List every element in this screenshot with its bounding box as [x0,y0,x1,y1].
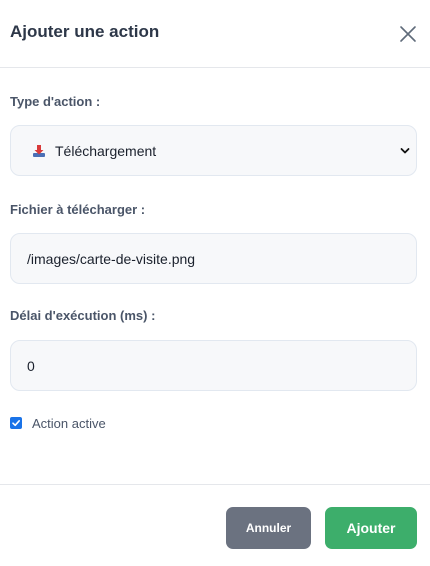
file-input-value: /images/carte-de-visite.png [27,250,196,267]
chevron-down-icon [400,147,410,153]
modal-title: Ajouter une action [10,22,160,41]
file-label: Fichier à télécharger : [10,202,146,217]
action-type-label: Type d'action : [10,94,101,109]
checkmark-icon [12,420,20,427]
add-button[interactable]: Ajouter [325,507,417,549]
active-checkbox-row: Action active [10,414,106,432]
active-checkbox[interactable] [10,417,22,429]
delay-input-value: 0 [27,357,35,374]
cancel-button[interactable]: Annuler [226,507,311,549]
file-input[interactable]: /images/carte-de-visite.png [10,233,417,284]
add-action-modal: Ajouter une action Type d'action : Téléc… [0,0,430,566]
action-type-select[interactable]: Téléchargement [10,125,417,176]
modal-header: Ajouter une action [0,0,430,68]
delay-label: Délai d'exécution (ms) : [10,308,156,323]
close-button[interactable] [396,22,420,46]
delay-input[interactable]: 0 [10,340,417,391]
close-icon [400,26,416,42]
action-type-value: Téléchargement [55,142,157,159]
download-icon [32,144,46,158]
active-checkbox-label[interactable]: Action active [32,416,106,431]
modal-footer: Annuler Ajouter [0,484,430,566]
